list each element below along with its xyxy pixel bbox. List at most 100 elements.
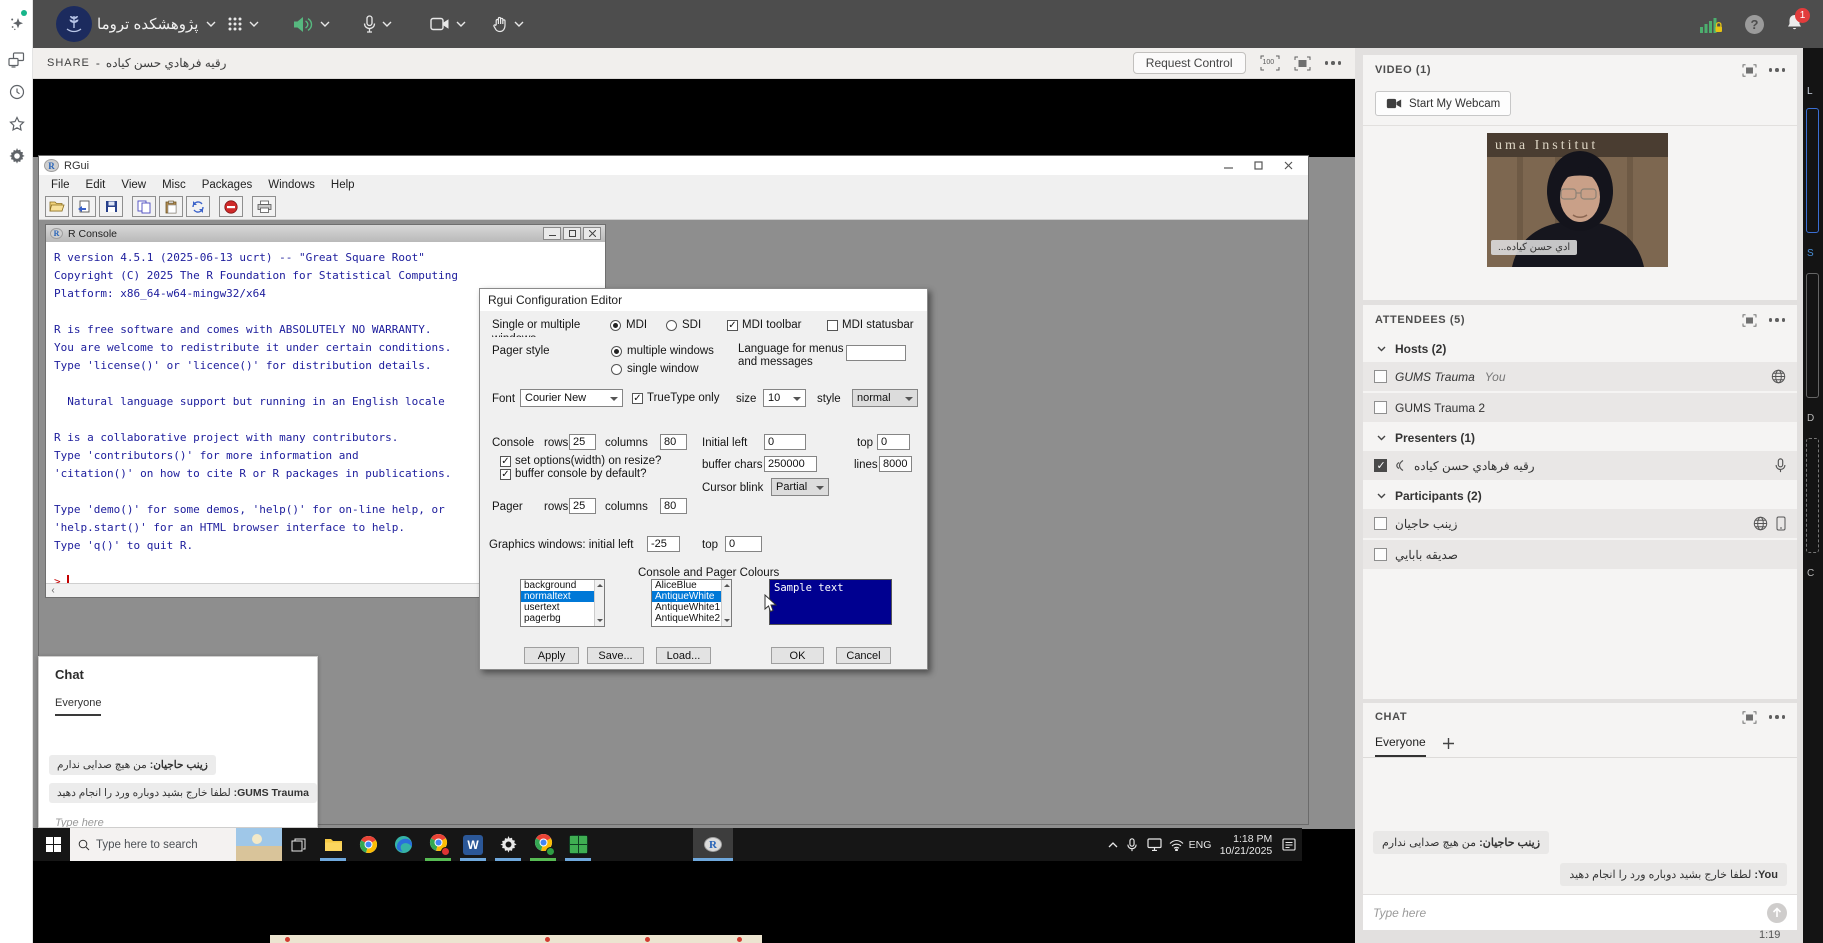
attendee-row[interactable]: صديقه بابايي bbox=[1363, 540, 1797, 569]
chrome-button[interactable] bbox=[353, 828, 383, 861]
chrome-meet-button[interactable] bbox=[423, 828, 453, 861]
attendee-checkbox[interactable] bbox=[1374, 401, 1387, 414]
chat-input[interactable] bbox=[1373, 906, 1759, 920]
fullscreen-icon[interactable] bbox=[1294, 56, 1311, 71]
open-script-button[interactable] bbox=[45, 196, 69, 217]
fullscreen-icon[interactable] bbox=[1742, 711, 1757, 724]
menu-help[interactable]: Help bbox=[323, 179, 363, 191]
tray-mic-icon[interactable] bbox=[1123, 828, 1141, 861]
console-columns-input[interactable]: 80 bbox=[660, 434, 687, 450]
initial-top-input[interactable]: 0 bbox=[877, 434, 910, 450]
minimize-button[interactable] bbox=[1213, 157, 1243, 175]
ok-button[interactable]: OK bbox=[771, 647, 824, 664]
attendees-pod-menu-button[interactable] bbox=[1769, 318, 1786, 322]
word-button[interactable]: W bbox=[458, 828, 488, 861]
fullscreen-icon[interactable] bbox=[1742, 314, 1757, 327]
room-title[interactable]: پژوهشکده تروما bbox=[97, 0, 216, 48]
video-pod-menu-button[interactable] bbox=[1769, 68, 1786, 72]
tray-language[interactable]: ENG bbox=[1186, 828, 1214, 861]
share-pod-menu-button[interactable] bbox=[1325, 61, 1342, 65]
tab-everyone[interactable]: Everyone bbox=[55, 697, 101, 716]
listbox-scrollbar[interactable] bbox=[721, 580, 731, 626]
attendee-checkbox[interactable] bbox=[1374, 370, 1387, 383]
initial-left-input[interactable]: 0 bbox=[764, 434, 806, 450]
edge-button[interactable] bbox=[388, 828, 418, 861]
print-button[interactable] bbox=[252, 196, 276, 217]
notifications-button[interactable]: 1 bbox=[1786, 13, 1803, 36]
attendee-row[interactable]: GUMS Trauma You bbox=[1363, 362, 1797, 391]
graphics-top-input[interactable]: 0 bbox=[725, 536, 762, 552]
sdi-radio[interactable] bbox=[666, 320, 677, 331]
attendee-checkbox[interactable] bbox=[1374, 548, 1387, 561]
colour-component-list[interactable]: background normaltext usertext pagerbg bbox=[520, 579, 605, 627]
style-select[interactable]: normal bbox=[852, 389, 918, 407]
menu-windows[interactable]: Windows bbox=[260, 179, 323, 191]
fullscreen-icon[interactable] bbox=[1742, 64, 1757, 77]
raise-hand-button[interactable] bbox=[493, 0, 524, 48]
close-button[interactable] bbox=[583, 227, 601, 240]
listbox-scrollbar[interactable] bbox=[594, 580, 604, 626]
list-item-selected[interactable]: AntiqueWhite bbox=[652, 591, 731, 602]
teams-app-button[interactable] bbox=[563, 828, 593, 861]
start-button[interactable] bbox=[38, 828, 68, 861]
sparkle-ai-icon[interactable] bbox=[0, 8, 33, 40]
set-options-checkbox[interactable] bbox=[500, 456, 511, 467]
dialog-titlebar[interactable]: Rgui Configuration Editor bbox=[480, 289, 927, 311]
chrome-profile-button[interactable] bbox=[528, 828, 558, 861]
cancel-button[interactable]: Cancel bbox=[836, 647, 891, 664]
menu-file[interactable]: File bbox=[43, 179, 78, 191]
load-workspace-button[interactable] bbox=[72, 196, 96, 217]
attendee-row[interactable]: رقيه فرهادي حسن كياده bbox=[1363, 451, 1797, 480]
size-select[interactable]: 10 bbox=[763, 389, 806, 407]
save-button[interactable]: Save... bbox=[587, 647, 644, 664]
settings-rail-icon[interactable] bbox=[0, 140, 33, 172]
scroll-left-arrow[interactable]: ‹ bbox=[46, 584, 60, 597]
tab-everyone[interactable]: Everyone bbox=[1375, 735, 1426, 757]
single-window-radio[interactable] bbox=[611, 364, 622, 375]
tray-clock[interactable]: 1:18 PM10/21/2025 bbox=[1218, 828, 1274, 861]
buffer-chars-input[interactable]: 250000 bbox=[764, 456, 817, 472]
layout-thumbnail[interactable] bbox=[1806, 273, 1819, 398]
history-icon[interactable] bbox=[0, 76, 33, 108]
menu-packages[interactable]: Packages bbox=[194, 179, 261, 191]
mdi-radio[interactable] bbox=[610, 320, 621, 331]
zoom-level-button[interactable]: 100 bbox=[1260, 55, 1280, 71]
mdi-statusbar-checkbox[interactable] bbox=[827, 320, 838, 331]
help-button[interactable]: ? bbox=[1745, 15, 1764, 34]
list-item[interactable]: usertext bbox=[521, 602, 604, 613]
save-button[interactable] bbox=[99, 196, 123, 217]
copy-paste-button[interactable] bbox=[186, 196, 210, 217]
menu-edit[interactable]: Edit bbox=[78, 179, 114, 191]
attendee-row[interactable]: زينب حاجيان bbox=[1363, 509, 1797, 538]
group-hosts[interactable]: Hosts (2) bbox=[1363, 335, 1797, 362]
attendee-checkbox[interactable] bbox=[1374, 517, 1387, 530]
multiple-windows-radio[interactable] bbox=[611, 346, 622, 357]
list-item-selected[interactable]: normaltext bbox=[521, 591, 604, 602]
attendee-row[interactable]: GUMS Trauma 2 bbox=[1363, 393, 1797, 422]
copy-button[interactable] bbox=[132, 196, 156, 217]
speaker-button[interactable] bbox=[293, 0, 330, 48]
graphics-left-input[interactable]: -25 bbox=[647, 536, 680, 552]
tray-network-icon[interactable] bbox=[1166, 828, 1186, 861]
layout-thumbnail[interactable] bbox=[1806, 108, 1819, 233]
list-item[interactable]: AliceBlue bbox=[652, 580, 731, 591]
load-button[interactable]: Load... bbox=[656, 647, 711, 664]
menu-misc[interactable]: Misc bbox=[154, 179, 194, 191]
microphone-button[interactable] bbox=[363, 0, 392, 48]
truetype-checkbox[interactable] bbox=[632, 393, 643, 404]
group-presenters[interactable]: Presenters (1) bbox=[1363, 424, 1797, 451]
menu-view[interactable]: View bbox=[113, 179, 154, 191]
maximize-button[interactable] bbox=[1243, 157, 1273, 175]
colour-name-list[interactable]: AliceBlue AntiqueWhite AntiqueWhite1 Ant… bbox=[651, 579, 732, 627]
group-participants[interactable]: Participants (2) bbox=[1363, 482, 1797, 509]
close-button[interactable] bbox=[1273, 157, 1303, 175]
restore-button[interactable] bbox=[563, 227, 581, 240]
list-item[interactable]: background bbox=[521, 580, 604, 591]
action-center-button[interactable] bbox=[1278, 828, 1300, 861]
pager-columns-input[interactable]: 80 bbox=[660, 498, 687, 514]
chat-pod-menu-button[interactable] bbox=[1769, 715, 1786, 719]
list-item[interactable]: AntiqueWhite2 bbox=[652, 613, 731, 624]
apply-button[interactable]: Apply bbox=[524, 647, 579, 664]
list-item[interactable]: AntiqueWhite1 bbox=[652, 602, 731, 613]
webcam-button[interactable] bbox=[430, 0, 466, 48]
